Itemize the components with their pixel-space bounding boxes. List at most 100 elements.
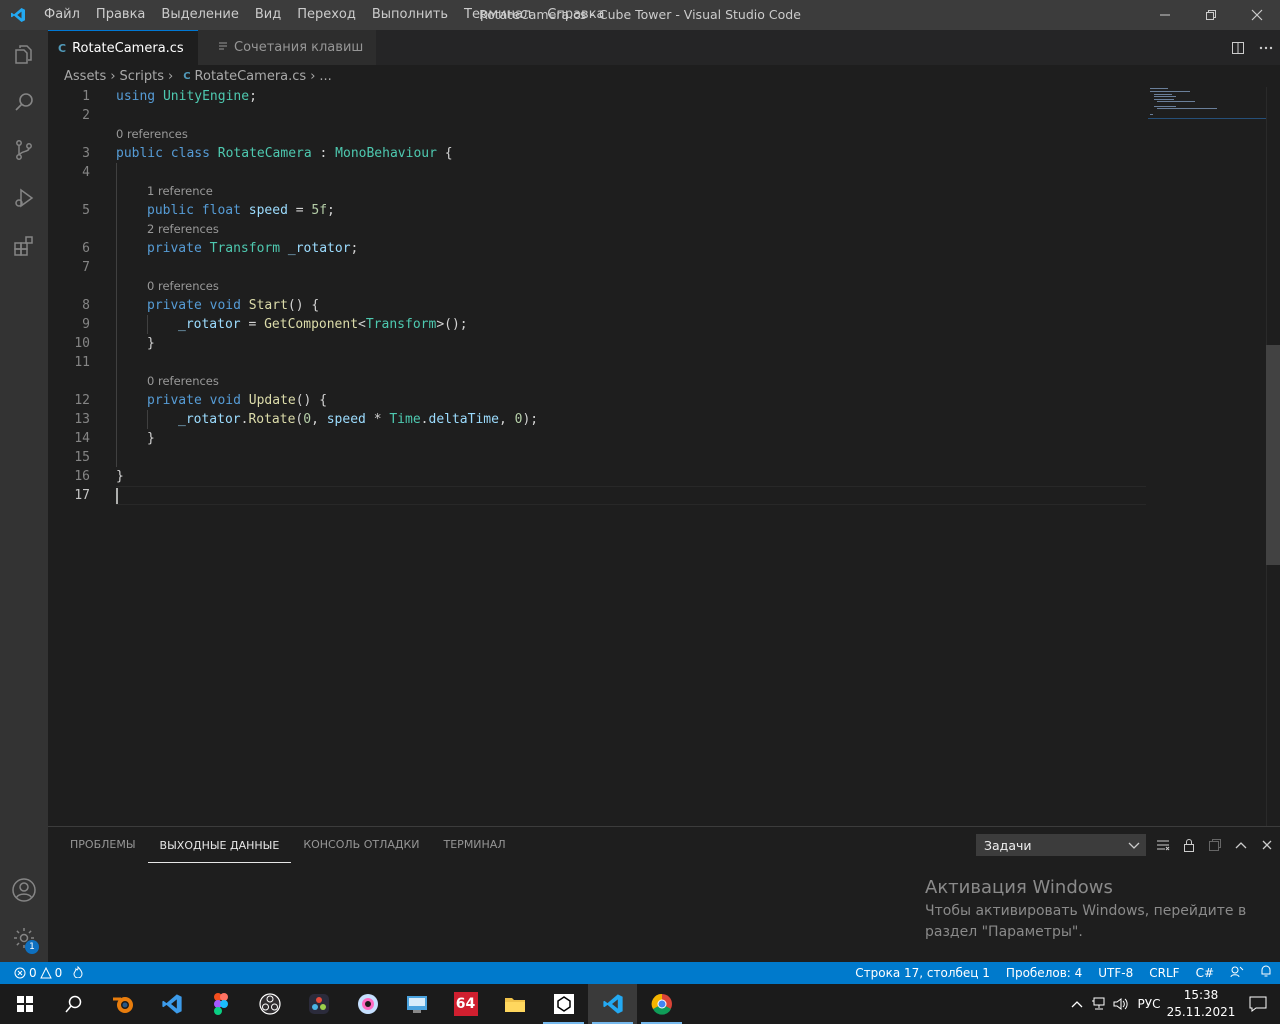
tab-output[interactable]: ВЫХОДНЫЕ ДАННЫЕ: [147, 830, 292, 863]
codelens-references[interactable]: 1 reference: [147, 182, 213, 201]
line-number: 14: [74, 431, 90, 446]
restore-button[interactable]: [1188, 0, 1234, 30]
menu-run[interactable]: Выполнить: [364, 0, 456, 30]
tab-rotatecamera[interactable]: C RotateCamera.cs: [48, 30, 208, 65]
blender-icon[interactable]: [98, 984, 147, 1024]
breadcrumb-scripts[interactable]: Scripts: [120, 69, 164, 84]
feedback-icon[interactable]: [1222, 962, 1252, 984]
unity-icon[interactable]: [539, 984, 588, 1024]
file-explorer-icon[interactable]: [490, 984, 539, 1024]
line-number: 17: [74, 488, 90, 503]
menu-help[interactable]: Справка: [539, 0, 612, 30]
chrome-icon[interactable]: [637, 984, 686, 1024]
menu-selection[interactable]: Выделение: [153, 0, 246, 30]
code-editor[interactable]: 1 2 3 4 5 6 7 8 9 10 11 12 13 14 15 16 1…: [48, 87, 1280, 826]
vscode-taskbar-icon[interactable]: [588, 984, 637, 1024]
open-log-icon[interactable]: [1202, 827, 1228, 862]
close-window-button[interactable]: [1234, 0, 1280, 30]
cursor-position[interactable]: Строка 17, столбец 1: [847, 962, 998, 984]
language-mode[interactable]: C#: [1188, 962, 1222, 984]
obs-icon[interactable]: [245, 984, 294, 1024]
warning-count: 0: [54, 966, 63, 980]
close-panel-icon[interactable]: [1254, 827, 1280, 862]
text-cursor: [116, 488, 118, 504]
figma-icon[interactable]: [196, 984, 245, 1024]
split-editor-icon[interactable]: [1224, 30, 1252, 65]
line-number: 15: [74, 450, 90, 465]
input-language[interactable]: РУС: [1132, 997, 1166, 1011]
tab-debug-console[interactable]: КОНСОЛЬ ОТЛАДКИ: [291, 827, 431, 862]
warning-icon: [39, 967, 52, 979]
code-line: }: [147, 336, 155, 351]
volume-icon[interactable]: [1110, 997, 1132, 1011]
show-hidden-icons-icon[interactable]: [1066, 1000, 1088, 1008]
scrollbar-thumb[interactable]: [1266, 345, 1280, 565]
current-line-highlight: [116, 486, 1146, 505]
breadcrumb-assets[interactable]: Assets: [64, 69, 106, 84]
more-actions-icon[interactable]: [1252, 30, 1280, 65]
tab-problems[interactable]: ПРОБЛЕМЫ: [58, 827, 148, 862]
davinci-resolve-icon[interactable]: [294, 984, 343, 1024]
end-of-line[interactable]: CRLF: [1141, 962, 1187, 984]
flame-icon[interactable]: [72, 965, 84, 981]
menu-terminal[interactable]: Терминал: [456, 0, 539, 30]
activity-bar: 1: [0, 30, 48, 962]
error-icon: [14, 967, 26, 979]
codelens-references[interactable]: 0 references: [147, 277, 219, 296]
menu-edit[interactable]: Правка: [88, 0, 153, 30]
chevron-right-icon: ›: [168, 68, 174, 84]
clock-time: 15:38: [1183, 988, 1219, 1002]
window-controls: [1142, 0, 1280, 30]
indent-guide: [147, 410, 148, 429]
clear-output-icon[interactable]: [1150, 827, 1176, 862]
breadcrumb-symbols[interactable]: ...: [319, 69, 331, 84]
clock[interactable]: 15:38 25.11.2021: [1166, 987, 1236, 1021]
source-control-icon[interactable]: [0, 126, 48, 174]
line-number: 9: [82, 317, 90, 332]
vertical-scrollbar[interactable]: [1266, 87, 1280, 826]
steam-style-app-icon[interactable]: [343, 984, 392, 1024]
menu-view[interactable]: Вид: [247, 0, 289, 30]
network-icon[interactable]: [1088, 997, 1110, 1011]
settings-badge: 1: [25, 940, 39, 954]
problems-indicator[interactable]: 0 0: [14, 966, 62, 980]
visual-studio-icon[interactable]: [147, 984, 196, 1024]
codelens-references[interactable]: 2 references: [147, 220, 219, 239]
tab-label: Сочетания клавиш: [234, 40, 364, 55]
lock-scroll-icon[interactable]: [1176, 827, 1202, 862]
control-panel-icon[interactable]: [392, 984, 441, 1024]
codelens-references[interactable]: 0 references: [116, 125, 188, 144]
tab-keyboard-shortcuts[interactable]: Сочетания клавиш: [198, 30, 376, 65]
encoding[interactable]: UTF-8: [1090, 962, 1141, 984]
indentation[interactable]: Пробелов: 4: [998, 962, 1090, 984]
menu-go[interactable]: Переход: [289, 0, 364, 30]
output-channel-select[interactable]: Задачи: [976, 834, 1146, 856]
code-line: using UnityEngine;: [116, 89, 257, 104]
minimize-button[interactable]: [1142, 0, 1188, 30]
indent-guide: [116, 163, 117, 467]
activation-line2: раздел "Параметры".: [925, 924, 1083, 940]
run-debug-icon[interactable]: [0, 174, 48, 222]
codelens-references[interactable]: 0 references: [147, 372, 219, 391]
search-icon[interactable]: [0, 78, 48, 126]
csharp-icon: C: [58, 41, 67, 55]
chevron-right-icon: ›: [110, 68, 116, 84]
maximize-panel-icon[interactable]: [1228, 827, 1254, 862]
notification-center-icon[interactable]: [1236, 996, 1280, 1012]
breadcrumb-file[interactable]: RotateCamera.cs: [195, 69, 307, 84]
line-number: 1: [82, 89, 90, 104]
extensions-icon[interactable]: [0, 222, 48, 270]
windows-start-icon[interactable]: [0, 984, 49, 1024]
menu-file[interactable]: Файл: [36, 0, 88, 30]
search-taskbar-icon[interactable]: [49, 984, 98, 1024]
notifications-bell-icon[interactable]: [1252, 962, 1280, 984]
explorer-icon[interactable]: [0, 30, 48, 78]
code-line: public float speed = 5f;: [147, 203, 335, 218]
status-right: Строка 17, столбец 1 Пробелов: 4 UTF-8 C…: [847, 962, 1280, 984]
minimap[interactable]: [1148, 87, 1266, 121]
line-number: 10: [74, 336, 90, 351]
aida64-icon[interactable]: 64: [441, 984, 490, 1024]
settings-gear-icon[interactable]: 1: [0, 914, 48, 962]
account-icon[interactable]: [0, 866, 48, 914]
tab-terminal[interactable]: ТЕРМИНАЛ: [432, 827, 518, 862]
